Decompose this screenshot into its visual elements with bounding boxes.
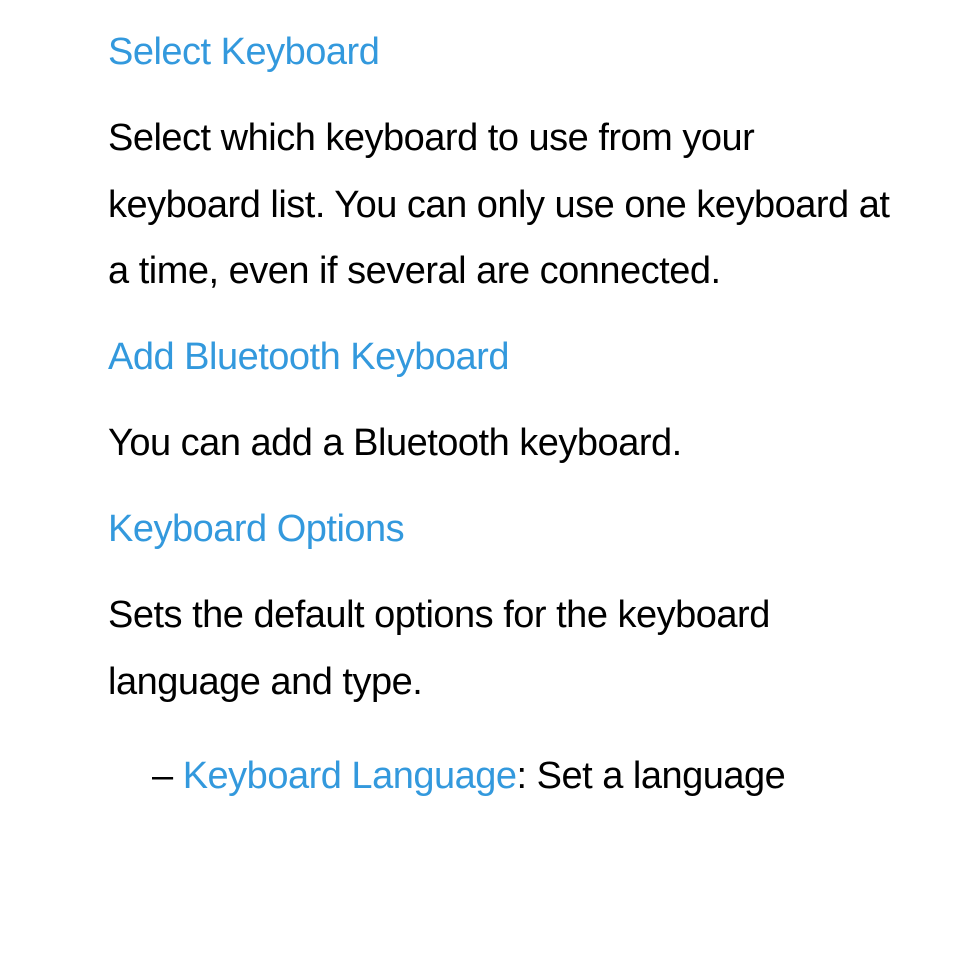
section-body-add-bluetooth-keyboard: You can add a Bluetooth keyboard. — [108, 410, 904, 477]
document-content: Select Keyboard Select which keyboard to… — [0, 0, 954, 810]
list-item-label[interactable]: Keyboard Language — [183, 755, 517, 797]
list-item-rest: : Set a language — [517, 755, 786, 797]
section-heading-keyboard-options[interactable]: Keyboard Options — [108, 505, 904, 554]
list-item-keyboard-language: – Keyboard Language: Set a language — [108, 743, 904, 810]
section-body-keyboard-options: Sets the default options for the keyboar… — [108, 582, 904, 715]
section-heading-select-keyboard[interactable]: Select Keyboard — [108, 28, 904, 77]
section-heading-add-bluetooth-keyboard[interactable]: Add Bluetooth Keyboard — [108, 333, 904, 382]
list-dash: – — [152, 755, 173, 797]
section-body-select-keyboard: Select which keyboard to use from your k… — [108, 105, 904, 305]
